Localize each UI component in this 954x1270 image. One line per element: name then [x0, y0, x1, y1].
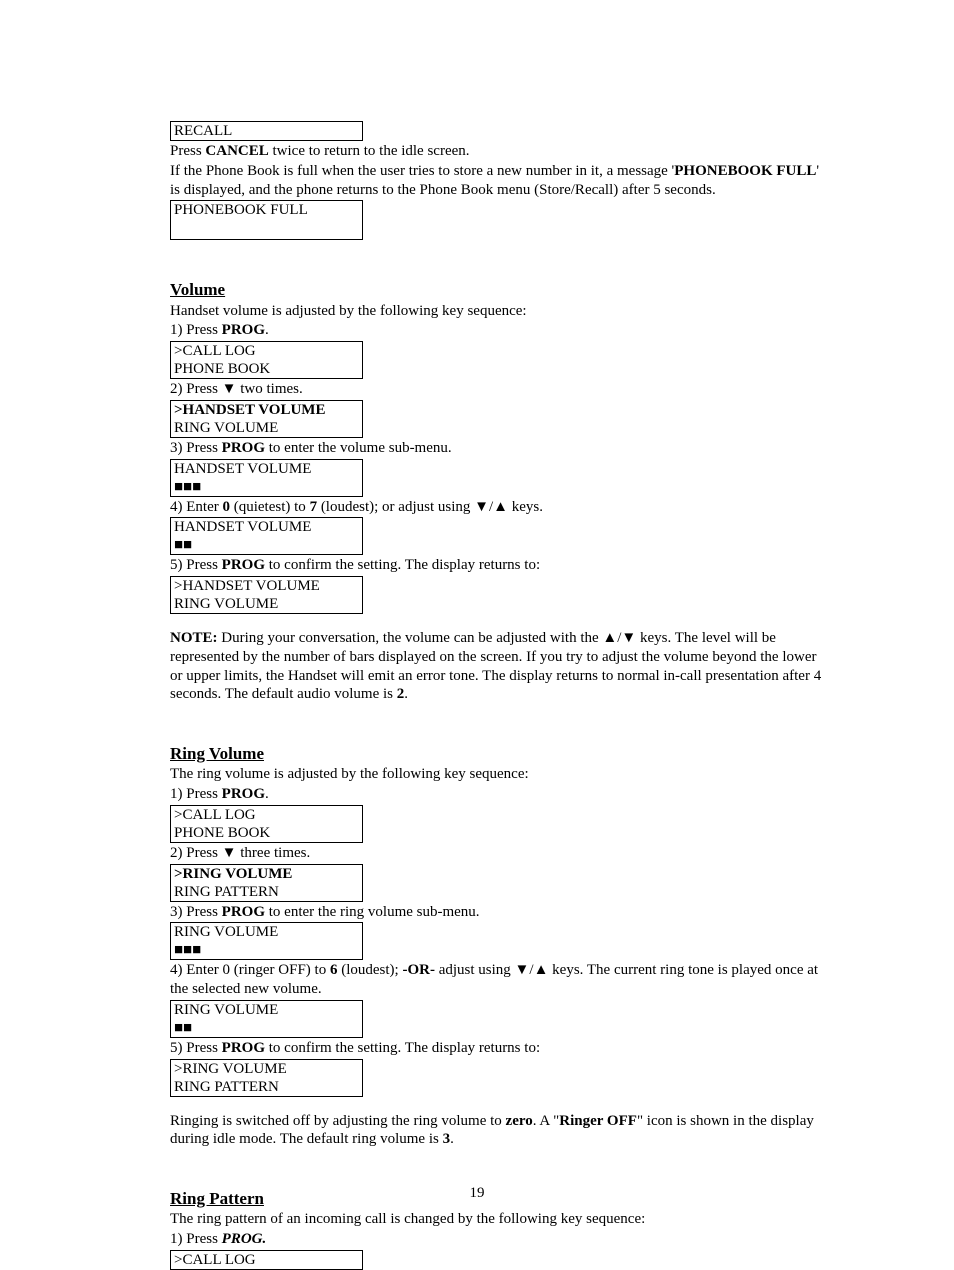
step-text: 4) Enter 0 (quietest) to 7 (loudest); or…: [170, 498, 824, 517]
step-text: 2) Press ▼ two times.: [170, 380, 824, 399]
lcd-line: ■■: [174, 536, 359, 554]
lcd-line: HANDSET VOLUME: [174, 518, 359, 536]
lcd-display: >HANDSET VOLUME RING VOLUME: [170, 576, 363, 614]
lcd-line: RING VOLUME: [174, 923, 359, 941]
lcd-display: >CALL LOG PHONE BOOK: [170, 805, 363, 843]
lcd-line: RING PATTERN: [174, 883, 359, 901]
body-text: Press CANCEL twice to return to the idle…: [170, 142, 824, 161]
lcd-line: >HANDSET VOLUME: [174, 401, 359, 419]
document-page: RECALL Press CANCEL twice to return to t…: [0, 0, 954, 1235]
body-text: Handset volume is adjusted by the follow…: [170, 302, 824, 321]
step-text: 1) Press PROG.: [170, 785, 824, 804]
page-number: 19: [0, 1184, 954, 1203]
step-text: 2) Press ▼ three times.: [170, 844, 824, 863]
lcd-line: HANDSET VOLUME: [174, 460, 359, 478]
step-text: 4) Enter 0 (ringer OFF) to 6 (loudest); …: [170, 961, 824, 999]
lcd-display: >CALL LOG PHONE BOOK: [170, 341, 363, 379]
lcd-line: >RING VOLUME: [174, 865, 359, 883]
lcd-display: HANDSET VOLUME ■■: [170, 517, 363, 555]
lcd-line: >HANDSET VOLUME: [174, 577, 359, 595]
lcd-line: >RING VOLUME: [174, 1060, 359, 1078]
lcd-display: >CALL LOG: [170, 1250, 363, 1270]
lcd-display: >RING VOLUME RING PATTERN: [170, 1059, 363, 1097]
lcd-display: RING VOLUME ■■: [170, 1000, 363, 1038]
lcd-display: >HANDSET VOLUME RING VOLUME: [170, 400, 363, 438]
body-text: If the Phone Book is full when the user …: [170, 162, 824, 200]
lcd-display: HANDSET VOLUME ■■■: [170, 459, 363, 497]
body-text: Ringing is switched off by adjusting the…: [170, 1112, 824, 1150]
body-text: The ring pattern of an incoming call is …: [170, 1210, 824, 1229]
lcd-display: RING VOLUME ■■■: [170, 922, 363, 960]
lcd-line: >CALL LOG: [174, 806, 359, 824]
step-text: 3) Press PROG to enter the ring volume s…: [170, 903, 824, 922]
lcd-line: RING PATTERN: [174, 1078, 359, 1096]
lcd-line: ■■: [174, 1019, 359, 1037]
step-text: 1) Press PROG.: [170, 1230, 824, 1249]
step-text: 3) Press PROG to enter the volume sub-me…: [170, 439, 824, 458]
lcd-line: PHONE BOOK: [174, 824, 359, 842]
step-text: 1) Press PROG.: [170, 321, 824, 340]
step-text: 5) Press PROG to confirm the setting. Th…: [170, 1039, 824, 1058]
lcd-recall: RECALL: [170, 121, 363, 141]
step-text: 5) Press PROG to confirm the setting. Th…: [170, 556, 824, 575]
heading-volume: Volume: [170, 279, 824, 300]
lcd-line: ■■■: [174, 941, 359, 959]
lcd-phonebook-full: PHONEBOOK FULL: [170, 200, 363, 240]
lcd-line: PHONEBOOK FULL: [174, 201, 359, 219]
note-text: NOTE: During your conversation, the volu…: [170, 629, 824, 704]
lcd-line: >CALL LOG: [174, 342, 359, 360]
lcd-line: ■■■: [174, 478, 359, 496]
lcd-line: RING VOLUME: [174, 595, 359, 613]
lcd-line: RING VOLUME: [174, 419, 359, 437]
heading-ring-volume: Ring Volume: [170, 743, 824, 764]
lcd-line: PHONE BOOK: [174, 360, 359, 378]
lcd-line: RING VOLUME: [174, 1001, 359, 1019]
lcd-line: RECALL: [174, 122, 359, 140]
body-text: The ring volume is adjusted by the follo…: [170, 765, 824, 784]
lcd-line: >CALL LOG: [174, 1251, 359, 1269]
lcd-display: >RING VOLUME RING PATTERN: [170, 864, 363, 902]
